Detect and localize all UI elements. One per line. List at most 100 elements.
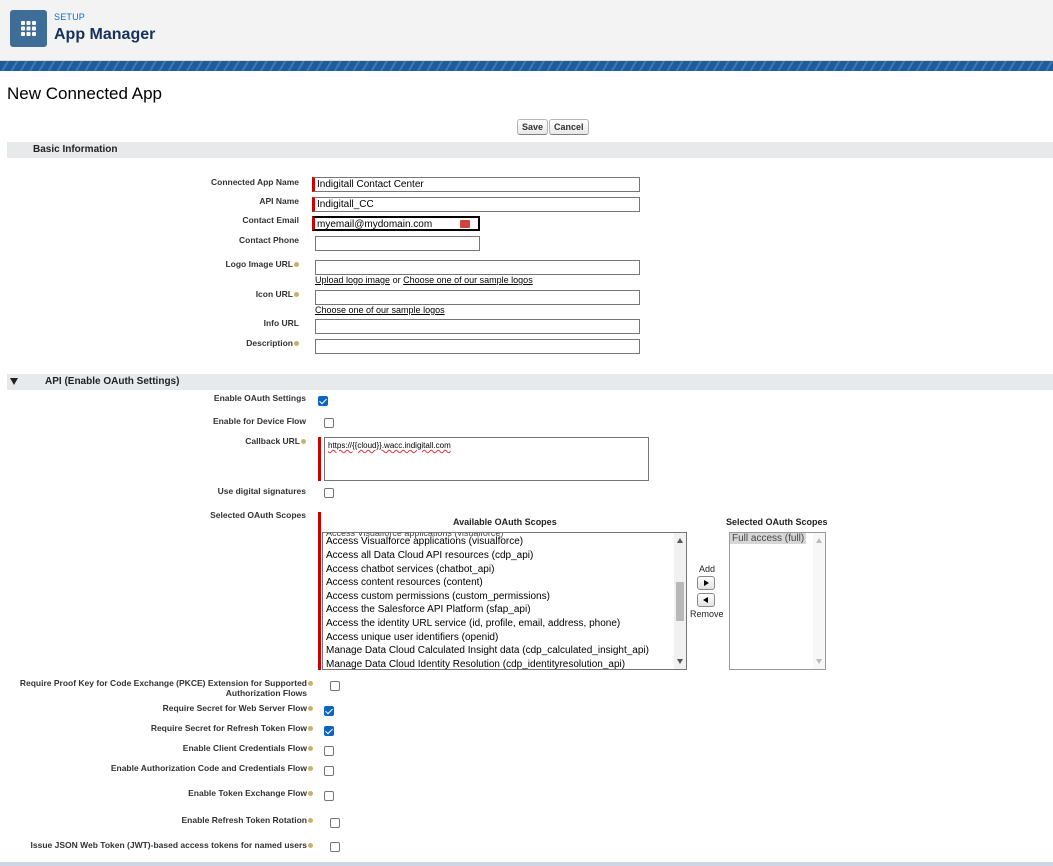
save-button[interactable]: Save [517,119,549,135]
help-icon[interactable] [308,818,313,824]
pkce-label: Require Proof Key for Code Exchange (PKC… [20,678,313,698]
refresh-rotation-label: Enable Refresh Token Rotation [182,815,313,825]
list-item[interactable]: Full access (full) [730,533,807,544]
cancel-button[interactable]: Cancel [549,119,589,135]
grid-icon [21,21,36,36]
oauth-scopes-label: Selected OAuth Scopes [210,510,306,520]
logo-url-input[interactable] [315,260,640,275]
help-icon[interactable] [308,706,313,712]
icon-links: Choose one of our sample logos [315,305,445,315]
autofill-icon[interactable] [460,220,470,228]
add-scope-button[interactable] [697,576,715,590]
secret-web-checkbox[interactable] [324,706,334,716]
selected-scopes-scrollbar[interactable] [813,533,825,669]
secret-refresh-checkbox[interactable] [324,726,334,736]
token-exchange-label: Enable Token Exchange Flow [188,788,313,798]
help-icon[interactable] [301,439,306,445]
secret-refresh-label: Require Secret for Refresh Token Flow [151,723,313,733]
available-scopes-scrollbar[interactable] [674,533,686,669]
list-item[interactable]: Access all Data Cloud API resources (cdp… [326,550,533,561]
api-name-label: API Name [259,196,299,206]
remove-scope-button[interactable] [697,593,715,607]
icon-url-input[interactable] [315,290,640,305]
contact-phone-input[interactable] [315,236,480,251]
section-title: Basic Information [33,144,118,155]
list-item[interactable]: Manage Data Cloud Identity Resolution (c… [326,659,625,669]
contact-email-label: Contact Email [242,215,299,225]
setup-header: SETUP App Manager [0,0,1053,61]
refresh-rotation-checkbox[interactable] [330,818,340,828]
help-icon[interactable] [308,791,313,797]
add-label: Add [699,564,716,574]
selected-scopes-list[interactable]: Full access (full) [729,532,826,670]
help-icon[interactable] [294,292,299,298]
contact-phone-label: Contact Phone [239,235,299,245]
info-url-input[interactable] [315,319,640,334]
info-url-label: Info URL [263,318,299,328]
required-indicator [318,512,321,670]
client-credentials-checkbox[interactable] [324,746,334,756]
description-input[interactable] [315,339,640,354]
arrow-right-icon [704,580,709,586]
upload-logo-link[interactable]: Upload logo image [315,275,390,285]
list-item[interactable]: Access content resources (content) [326,577,483,588]
app-name-input[interactable]: Indigitall Contact Center [312,177,640,192]
jwt-checkbox[interactable] [330,842,340,852]
section-title: API (Enable OAuth Settings) [45,376,180,387]
jwt-label: Issue JSON Web Token (JWT)-based access … [31,840,313,850]
list-item[interactable]: Access chatbot services (chatbot_api) [326,564,494,575]
contact-email-input[interactable]: myemail@mydomain.com [312,216,480,231]
digital-signatures-checkbox[interactable] [324,488,334,498]
help-icon[interactable] [308,681,313,687]
section-basic-information: Basic Information [7,142,1053,158]
help-icon[interactable] [294,262,299,268]
list-item[interactable]: Manage Data Cloud Calculated Insight dat… [326,645,649,656]
description-label: Description [246,338,299,348]
list-item[interactable]: Access the identity URL service (id, pro… [326,618,620,629]
help-icon[interactable] [308,746,313,752]
arrow-left-icon [703,597,708,603]
section-api-oauth: API (Enable OAuth Settings) [7,374,1053,390]
list-item[interactable]: Access the Salesforce API Platform (sfap… [326,604,531,615]
icon-url-label: Icon URL [256,289,299,299]
contact-email-value: myemail@mydomain.com [317,219,433,230]
collapse-triangle-icon[interactable] [10,378,18,385]
or-text: or [392,275,401,285]
app-launcher-button[interactable] [10,10,47,47]
scroll-up-icon[interactable] [816,538,822,543]
app-title: App Manager [54,26,156,43]
available-scopes-title: Available OAuth Scopes [453,517,557,527]
pkce-checkbox[interactable] [330,681,340,691]
callback-url-textarea[interactable]: https://{{cloud}}.wacc.indigitall.com [324,437,649,481]
sample-logos-link[interactable]: Choose one of our sample logos [403,275,533,285]
enable-oauth-label: Enable OAuth Settings [213,393,306,403]
page-title: New Connected App [7,84,162,103]
header-banner [0,61,1053,71]
available-scopes-list[interactable]: Access Visualforce applications (visualf… [322,532,687,670]
help-icon[interactable] [308,843,313,849]
app-name-label: Connected App Name [210,177,299,187]
list-item[interactable]: Access custom permissions (custom_permis… [326,591,550,602]
device-flow-checkbox[interactable] [324,418,334,428]
enable-oauth-checkbox[interactable] [318,396,328,406]
logo-links: Upload logo image or Choose one of our s… [315,275,533,285]
callback-url-label: Callback URL [245,436,306,446]
scroll-down-icon[interactable] [677,659,683,664]
scroll-thumb[interactable] [676,582,684,621]
help-icon[interactable] [294,341,299,347]
list-item[interactable]: Access unique user identifiers (openid) [326,632,498,643]
callback-url-field[interactable]: https://{{cloud}}.wacc.indigitall.com [318,437,649,481]
remove-label: Remove [690,609,724,619]
auth-code-label: Enable Authorization Code and Credential… [111,763,313,773]
scroll-up-icon[interactable] [677,538,683,543]
help-icon[interactable] [308,766,313,772]
token-exchange-checkbox[interactable] [324,791,334,801]
client-credentials-label: Enable Client Credentials Flow [183,743,313,753]
list-item[interactable]: Access Visualforce applications (visualf… [326,536,523,547]
help-icon[interactable] [308,726,313,732]
auth-code-checkbox[interactable] [324,766,334,776]
api-name-input[interactable]: Indigitall_CC [312,197,640,212]
setup-breadcrumb[interactable]: SETUP [54,12,85,22]
scroll-down-icon[interactable] [816,659,822,664]
icon-sample-logos-link[interactable]: Choose one of our sample logos [315,305,445,315]
